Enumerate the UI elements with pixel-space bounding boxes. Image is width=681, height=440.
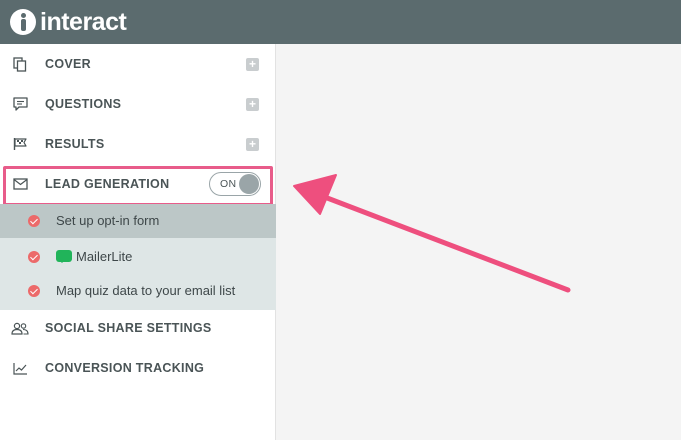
pointer-arrow-icon — [293, 174, 571, 293]
